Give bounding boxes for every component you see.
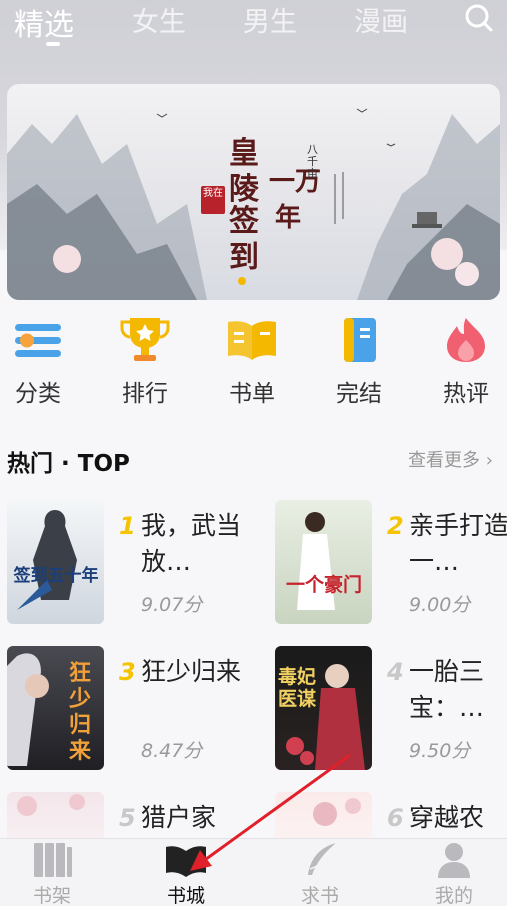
rank-number: 2 <box>387 512 404 540</box>
book-score: 8.47分 <box>141 740 203 762</box>
book-score: 9.00分 <box>409 594 471 616</box>
section-title: 热门 · TOP <box>7 451 130 477</box>
nav-bookshelf[interactable]: 书架 <box>2 841 102 906</box>
category-ranking[interactable]: 排行 <box>113 316 177 408</box>
banner-page-indicator <box>238 277 246 285</box>
book-cover: 毒妃医谋 <box>275 646 372 770</box>
book-cover-title: 一个豪门 <box>285 574 362 596</box>
book-score: 9.50分 <box>409 740 471 762</box>
category-label: 分类 <box>15 381 61 407</box>
book-card[interactable]: 毒妃医谋 4 一胎三宝：… 9.50分 <box>275 646 507 770</box>
nav-label: 书城 <box>166 885 205 906</box>
nav-label: 书架 <box>32 885 71 906</box>
banner-title-left: 皇陵 <box>229 136 259 207</box>
book-title: 穿越农 <box>409 803 485 832</box>
bookshelf-icon <box>30 841 74 879</box>
book-card[interactable]: 签到五十年 1 我，武当放… 9.07分 <box>7 500 247 624</box>
bookstore-icon <box>164 841 208 879</box>
rank-number: 5 <box>119 804 136 832</box>
book-card[interactable]: 一个豪门 2 亲手打造一… 9.00分 <box>275 500 507 624</box>
top-tab-bar: 精选 女生 男生 漫画 <box>0 0 507 60</box>
category-hot-reviews[interactable]: 热评 <box>434 316 498 408</box>
tab-female[interactable]: 女生 <box>132 0 186 39</box>
rank-number: 6 <box>387 804 404 832</box>
promo-banner[interactable]: 皇陵 签到 一万 年 我在 八千亩 <box>7 84 500 300</box>
tab-featured[interactable]: 精选 <box>14 0 74 44</box>
book-cover-title: 毒妃医谋 <box>277 666 316 710</box>
bottom-navigation: 书架 书城 求书 我的 <box>0 838 507 906</box>
category-label: 热评 <box>443 381 489 407</box>
rank-number: 4 <box>387 658 404 686</box>
nav-label: 求书 <box>300 885 339 906</box>
search-icon[interactable] <box>463 2 495 34</box>
banner-title-right: 一万 <box>269 167 322 197</box>
nav-request-book[interactable]: 求书 <box>270 841 370 906</box>
user-icon <box>432 841 476 879</box>
flame-icon <box>439 316 493 364</box>
see-more-link[interactable]: 查看更多 › <box>408 446 493 472</box>
open-book-icon <box>225 316 279 364</box>
nav-label: 我的 <box>434 885 473 906</box>
book-title: 猎户家 <box>141 803 217 832</box>
book-title: 我，武当放… <box>141 511 242 576</box>
nav-profile[interactable]: 我的 <box>404 841 504 906</box>
active-tab-indicator <box>46 42 60 46</box>
category-booklist[interactable]: 书单 <box>220 316 284 408</box>
book-cover-title: 狂少归来 <box>68 660 91 764</box>
category-completed[interactable]: 完结 <box>327 316 391 408</box>
banner-title-left-2: 签到 <box>229 204 259 275</box>
book-score: 9.07分 <box>141 594 203 616</box>
book-cover: 狂少归来 <box>7 646 104 770</box>
banner-seal: 我在 <box>201 186 225 214</box>
rank-number: 1 <box>119 512 136 540</box>
tab-male[interactable]: 男生 <box>243 0 297 39</box>
category-label: 完结 <box>336 381 382 407</box>
category-list-icon <box>11 316 65 364</box>
book-cover: 一个豪门 <box>275 500 372 624</box>
trophy-icon <box>118 316 172 364</box>
category-label: 书单 <box>229 381 275 407</box>
nav-bookstore[interactable]: 书城 <box>136 841 236 906</box>
book-title: 一胎三宝：… <box>409 657 485 722</box>
rank-number: 3 <box>119 658 136 686</box>
banner-side-text: 八千亩 <box>307 143 318 180</box>
category-label: 排行 <box>122 381 168 407</box>
category-classify[interactable]: 分类 <box>6 316 70 408</box>
finished-book-icon <box>332 316 386 364</box>
book-cover: 签到五十年 <box>7 500 104 624</box>
banner-title-right-2: 年 <box>275 203 302 233</box>
feather-icon <box>298 841 342 879</box>
book-title: 亲手打造一… <box>409 511 507 576</box>
book-title: 狂少归来 <box>141 657 242 686</box>
book-card[interactable]: 狂少归来 3 狂少归来 8.47分 <box>7 646 247 770</box>
book-cover-title: 签到五十年 <box>13 566 99 586</box>
tab-comics[interactable]: 漫画 <box>354 0 408 39</box>
